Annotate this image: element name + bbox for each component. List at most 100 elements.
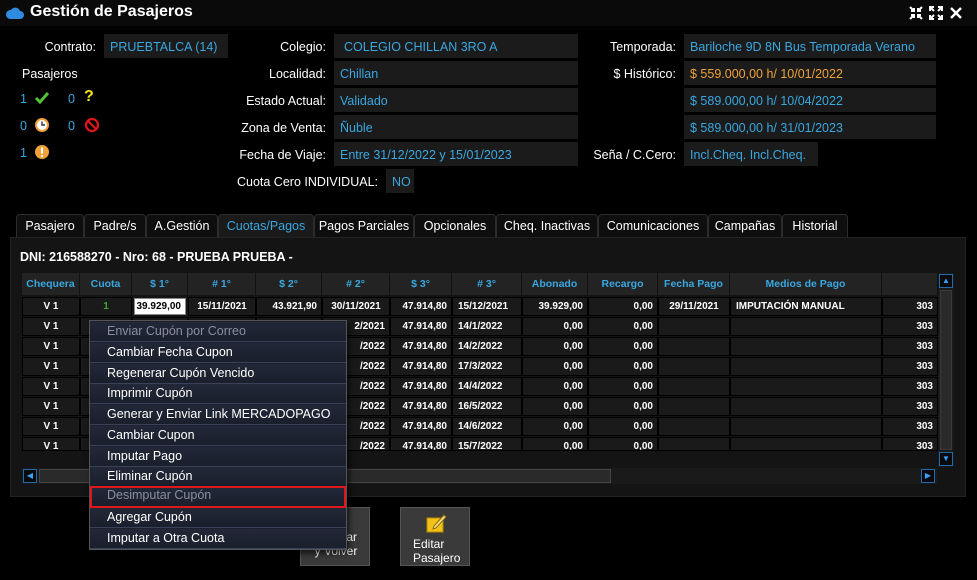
col-header-medios[interactable]: Medios de Pago xyxy=(730,273,882,295)
menu-item-agregar[interactable]: Agregar Cupón xyxy=(90,508,346,528)
tab-pagos-parciales[interactable]: Pagos Parciales xyxy=(314,214,414,237)
cell-medios[interactable] xyxy=(730,377,882,396)
cell-p1[interactable]: 39.929,00 xyxy=(134,298,186,315)
cell-medios[interactable] xyxy=(730,357,882,376)
maximize-icon[interactable] xyxy=(928,5,944,21)
cell-recargo[interactable]: 0,00 xyxy=(588,417,658,436)
col-header-d3[interactable]: # 3° xyxy=(452,273,522,295)
cell-recargo[interactable]: 0,00 xyxy=(588,297,658,316)
cell-extra[interactable]: 303 xyxy=(882,317,938,336)
cell-abonado[interactable]: 0,00 xyxy=(522,377,588,396)
menu-item-mercadopago[interactable]: Generar y Enviar Link MERCADOPAGO xyxy=(90,405,346,425)
scroll-left-icon[interactable]: ◀ xyxy=(23,469,37,483)
col-header-chequera[interactable]: Chequera xyxy=(22,273,80,295)
cell-extra[interactable]: 303 xyxy=(882,377,938,396)
col-header-cuota[interactable]: Cuota xyxy=(80,273,132,295)
cell-p3[interactable]: 47.914,80 xyxy=(390,397,452,416)
cell-p3[interactable]: 47.914,80 xyxy=(390,417,452,436)
col-header-p2[interactable]: $ 2° xyxy=(256,273,322,295)
cell-abonado[interactable]: 0,00 xyxy=(522,437,588,451)
menu-item-regenerar[interactable]: Regenerar Cupón Vencido xyxy=(90,364,346,384)
cell-extra[interactable]: 303 xyxy=(882,417,938,436)
menu-item-cambiar-fecha[interactable]: Cambiar Fecha Cupon xyxy=(90,343,346,363)
cell-p3[interactable]: 47.914,80 xyxy=(390,297,452,316)
cell-chequera[interactable]: V 1 xyxy=(22,377,80,396)
cell-chequera[interactable]: V 1 xyxy=(22,337,80,356)
menu-item-cambiar-cupon[interactable]: Cambiar Cupon xyxy=(90,426,346,446)
cell-chequera[interactable]: V 1 xyxy=(22,437,80,451)
tab-campanas[interactable]: Campañas xyxy=(708,214,782,237)
cell-chequera[interactable]: V 1 xyxy=(22,397,80,416)
tab-cheq-inactivas[interactable]: Cheq. Inactivas xyxy=(496,214,598,237)
tab-agestion[interactable]: A.Gestión xyxy=(146,214,218,237)
cell-abonado[interactable]: 0,00 xyxy=(522,417,588,436)
scroll-down-icon[interactable]: ▼ xyxy=(939,452,953,466)
menu-item-eliminar[interactable]: Eliminar Cupón xyxy=(90,467,346,487)
col-header-d1[interactable]: # 1° xyxy=(188,273,256,295)
cell-recargo[interactable]: 0,00 xyxy=(588,337,658,356)
cell-medios[interactable] xyxy=(730,437,882,451)
cell-recargo[interactable]: 0,00 xyxy=(588,397,658,416)
menu-item-desimputar[interactable]: Desimputar Cupón xyxy=(90,486,346,508)
cell-chequera[interactable]: V 1 xyxy=(22,417,80,436)
scroll-right-icon[interactable]: ▶ xyxy=(921,469,935,483)
cell-recargo[interactable]: 0,00 xyxy=(588,357,658,376)
scroll-up-icon[interactable]: ▲ xyxy=(939,274,953,288)
cell-d3[interactable]: 15/7/2022 xyxy=(452,437,522,451)
tab-comunicaciones[interactable]: Comunicaciones xyxy=(598,214,708,237)
cell-p3[interactable]: 47.914,80 xyxy=(390,437,452,451)
tab-cuotas-pagos[interactable]: Cuotas/Pagos xyxy=(218,214,314,237)
cell-fecha-pago[interactable] xyxy=(658,357,730,376)
menu-item-imprimir[interactable]: Imprimir Cupón xyxy=(90,384,346,404)
cell-chequera[interactable]: V 1 xyxy=(22,317,80,336)
cell-extra[interactable]: 303 xyxy=(882,357,938,376)
restore-icon[interactable] xyxy=(908,5,924,21)
cell-abonado[interactable]: 39.929,00 xyxy=(522,297,588,316)
cell-fecha-pago[interactable] xyxy=(658,417,730,436)
cell-abonado[interactable]: 0,00 xyxy=(522,317,588,336)
cell-d3[interactable]: 14/6/2022 xyxy=(452,417,522,436)
cell-fecha-pago[interactable] xyxy=(658,437,730,451)
cell-abonado[interactable]: 0,00 xyxy=(522,337,588,356)
menu-item-imputar-pago[interactable]: Imputar Pago xyxy=(90,447,346,467)
cell-p3[interactable]: 47.914,80 xyxy=(390,337,452,356)
cell-p3[interactable]: 47.914,80 xyxy=(390,377,452,396)
cell-fecha-pago[interactable] xyxy=(658,337,730,356)
cell-d3[interactable]: 16/5/2022 xyxy=(452,397,522,416)
cell-fecha-pago[interactable] xyxy=(658,317,730,336)
cell-p2[interactable]: 43.921,90 xyxy=(256,297,322,316)
tab-padres[interactable]: Padre/s xyxy=(84,214,146,237)
cell-recargo[interactable]: 0,00 xyxy=(588,317,658,336)
col-header-d2[interactable]: # 2° xyxy=(322,273,390,295)
cell-medios[interactable] xyxy=(730,317,882,336)
cell-abonado[interactable]: 0,00 xyxy=(522,357,588,376)
cell-chequera[interactable]: V 1 xyxy=(22,297,80,316)
cell-abonado[interactable]: 0,00 xyxy=(522,397,588,416)
cell-d3[interactable]: 14/1/2022 xyxy=(452,317,522,336)
vertical-scroll-thumb[interactable] xyxy=(940,290,952,450)
cell-p3[interactable]: 47.914,80 xyxy=(390,317,452,336)
cell-fecha-pago[interactable]: 29/11/2021 xyxy=(658,297,730,316)
cell-extra[interactable]: 303 xyxy=(882,397,938,416)
cell-extra[interactable]: 303 xyxy=(882,437,938,451)
tab-pasajero[interactable]: Pasajero xyxy=(16,214,84,237)
cell-fecha-pago[interactable] xyxy=(658,397,730,416)
col-header-p3[interactable]: $ 3° xyxy=(390,273,452,295)
close-icon[interactable] xyxy=(948,5,964,21)
cell-extra[interactable]: 303 xyxy=(882,337,938,356)
col-header-fecha-pago[interactable]: Fecha Pago xyxy=(658,273,730,295)
cell-d3[interactable]: 17/3/2022 xyxy=(452,357,522,376)
cell-fecha-pago[interactable] xyxy=(658,377,730,396)
cell-p3[interactable]: 47.914,80 xyxy=(390,357,452,376)
cell-d3[interactable]: 14/2/2022 xyxy=(452,337,522,356)
cell-medios[interactable]: IMPUTACIÓN MANUAL xyxy=(730,297,882,316)
cell-medios[interactable] xyxy=(730,417,882,436)
cell-d1[interactable]: 15/11/2021 xyxy=(188,297,256,316)
cell-extra[interactable]: 303 xyxy=(882,297,938,316)
cell-recargo[interactable]: 0,00 xyxy=(588,377,658,396)
tab-historial[interactable]: Historial xyxy=(782,214,848,237)
col-header-recargo[interactable]: Recargo xyxy=(588,273,658,295)
cell-d3[interactable]: 15/12/2021 xyxy=(452,297,522,316)
cell-d2[interactable]: 30/11/2021 xyxy=(322,297,390,316)
col-header-p1[interactable]: $ 1° xyxy=(132,273,188,295)
